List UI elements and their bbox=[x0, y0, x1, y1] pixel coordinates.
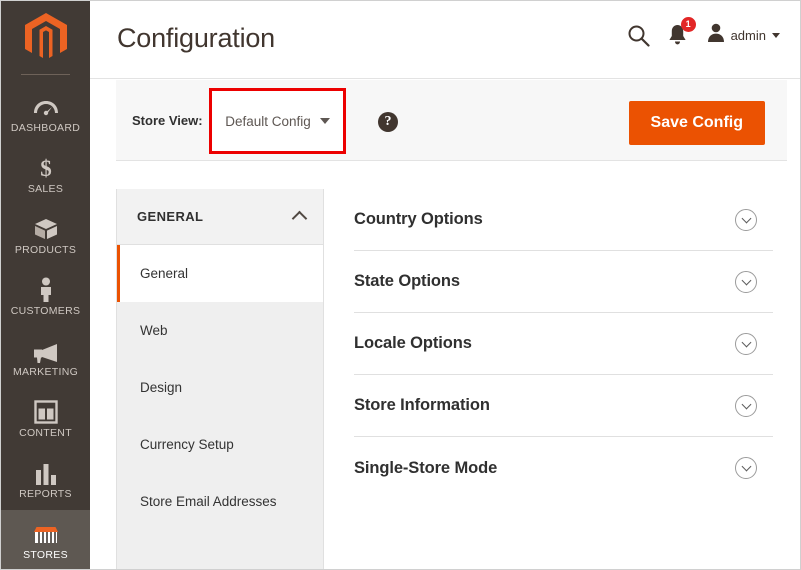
search-icon[interactable] bbox=[627, 24, 650, 47]
chevron-down-circle-icon[interactable] bbox=[735, 208, 757, 231]
megaphone-icon bbox=[32, 337, 59, 363]
chevron-down-circle-icon[interactable] bbox=[735, 457, 757, 479]
admin-page: DASHBOARD $ SALES PRODUCTS CUSTOMERS MAR… bbox=[0, 0, 801, 570]
store-view-bar: Store View: Default Config ? Save Config bbox=[116, 80, 787, 161]
storefront-icon bbox=[32, 520, 60, 546]
chevron-down-icon bbox=[319, 118, 330, 124]
section-title: State Options bbox=[354, 272, 460, 290]
bell-icon[interactable]: 1 bbox=[667, 16, 696, 47]
sidebar-item-label: PRODUCTS bbox=[14, 243, 77, 256]
config-nav-panel: GENERAL General Web Design Currency Setu… bbox=[116, 189, 324, 569]
user-name-label: admin bbox=[730, 27, 766, 43]
sidebar-item-label: STORES bbox=[23, 548, 68, 561]
save-config-button[interactable]: Save Config bbox=[628, 101, 765, 145]
gauge-icon bbox=[33, 93, 59, 119]
chevron-down-circle-icon[interactable] bbox=[735, 394, 757, 417]
sidebar-item-label: DASHBOARD bbox=[10, 121, 81, 134]
svg-text:$: $ bbox=[40, 156, 52, 180]
config-nav-item-label: General bbox=[140, 266, 189, 281]
config-section-general-header[interactable]: GENERAL bbox=[117, 189, 323, 245]
chevron-down-circle-icon[interactable] bbox=[735, 270, 757, 293]
config-content-panel: Country Options State Options Locale Opt… bbox=[341, 189, 787, 569]
config-section-single-store-mode[interactable]: Single-Store Mode bbox=[354, 437, 773, 499]
sidebar-item-content[interactable]: CONTENT bbox=[1, 388, 90, 449]
config-section-locale-options[interactable]: Locale Options bbox=[354, 313, 773, 375]
config-nav-item-label: Web bbox=[140, 323, 168, 338]
section-title: Store Information bbox=[354, 396, 490, 414]
sidebar-item-label: REPORTS bbox=[19, 487, 72, 500]
person-icon bbox=[37, 276, 55, 302]
layout-icon bbox=[33, 398, 58, 424]
section-title: Single-Store Mode bbox=[354, 458, 498, 477]
sidebar-item-label: SALES bbox=[27, 182, 64, 195]
dollar-icon: $ bbox=[36, 154, 56, 180]
sidebar-item-label: MARKETING bbox=[12, 365, 79, 378]
sidebar-item-label: CONTENT bbox=[19, 426, 72, 439]
store-view-select[interactable]: Default Config bbox=[209, 88, 346, 154]
bar-chart-icon bbox=[34, 459, 58, 485]
chevron-down-circle-icon[interactable] bbox=[735, 332, 757, 355]
config-nav-item-currency-setup[interactable]: Currency Setup bbox=[117, 416, 323, 473]
config-nav-item-label: Store Email Addresses bbox=[140, 494, 277, 509]
section-title: Locale Options bbox=[354, 334, 472, 352]
sidebar-item-products[interactable]: PRODUCTS bbox=[1, 205, 90, 266]
sidebar-item-dashboard[interactable]: DASHBOARD bbox=[1, 82, 90, 143]
main-sidebar: DASHBOARD $ SALES PRODUCTS CUSTOMERS MAR… bbox=[1, 1, 90, 569]
store-view-label: Store View: bbox=[132, 113, 203, 128]
store-view-selected-value: Default Config bbox=[225, 113, 311, 129]
magento-logo[interactable] bbox=[1, 1, 90, 74]
sidebar-item-customers[interactable]: CUSTOMERS bbox=[1, 266, 90, 327]
user-menu[interactable]: admin bbox=[707, 23, 780, 47]
sidebar-item-sales[interactable]: $ SALES bbox=[1, 144, 90, 205]
sidebar-item-reports[interactable]: REPORTS bbox=[1, 449, 90, 510]
box-icon bbox=[33, 215, 59, 241]
config-section-title: GENERAL bbox=[137, 209, 204, 224]
sidebar-item-marketing[interactable]: MARKETING bbox=[1, 327, 90, 388]
config-nav-item-label: Design bbox=[140, 380, 183, 395]
sidebar-item-label: CUSTOMERS bbox=[10, 304, 81, 317]
user-avatar-icon bbox=[707, 23, 725, 47]
chevron-down-icon bbox=[772, 32, 780, 38]
config-section-country-options[interactable]: Country Options bbox=[354, 189, 773, 251]
config-nav-item-store-email-addresses[interactable]: Store Email Addresses bbox=[117, 473, 323, 530]
sidebar-item-stores[interactable]: STORES bbox=[1, 509, 90, 569]
question-mark-icon[interactable]: ? bbox=[378, 112, 398, 132]
config-section-state-options[interactable]: State Options bbox=[354, 251, 773, 313]
header-actions: 1 admin bbox=[627, 16, 780, 47]
page-title: Configuration bbox=[117, 23, 276, 53]
chevron-up-icon bbox=[291, 210, 308, 227]
section-title: Country Options bbox=[354, 210, 483, 228]
config-nav-item-general[interactable]: General bbox=[117, 245, 323, 302]
notification-badge: 1 bbox=[680, 16, 696, 32]
config-nav-item-web[interactable]: Web bbox=[117, 302, 323, 359]
config-nav-item-design[interactable]: Design bbox=[117, 359, 323, 416]
page-header: Configuration 1 admin bbox=[90, 1, 800, 79]
config-nav-item-label: Currency Setup bbox=[140, 437, 234, 452]
sidebar-divider bbox=[21, 73, 70, 75]
config-section-store-information[interactable]: Store Information bbox=[354, 375, 773, 437]
